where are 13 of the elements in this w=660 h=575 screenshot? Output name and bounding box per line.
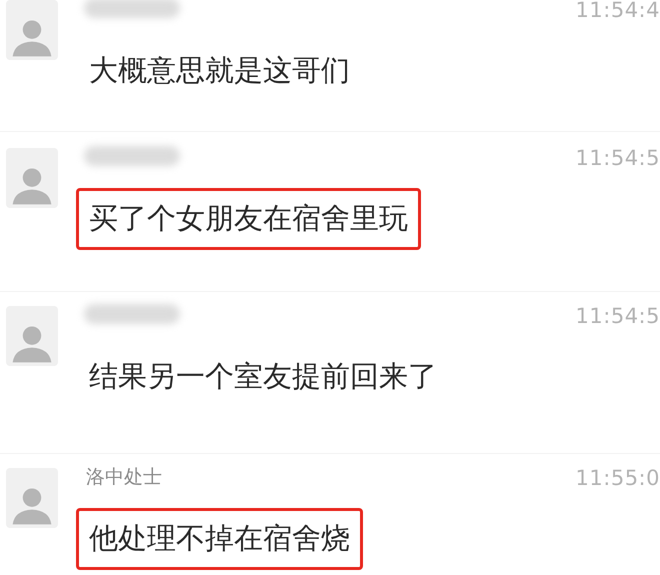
message-text: 大概意思就是这哥们 — [88, 52, 351, 89]
avatar-icon — [6, 468, 58, 528]
message-time: 11:54:5 — [576, 146, 660, 170]
message-time: 11:54:4 — [576, 0, 660, 22]
avatar-icon — [6, 0, 58, 60]
avatar-icon — [6, 148, 58, 208]
message-text: 买了个女朋友在宿舍里玩 — [76, 188, 421, 250]
message-text: 结果另一个室友提前回来了 — [88, 358, 438, 395]
avatar-icon — [6, 306, 58, 366]
message-time: 11:54:5 — [576, 304, 660, 328]
message-time: 11:55:0 — [576, 466, 660, 490]
message-text: 他处理不掉在宿舍烧 — [76, 508, 363, 570]
sender-name: 洛中处士 — [86, 466, 162, 489]
